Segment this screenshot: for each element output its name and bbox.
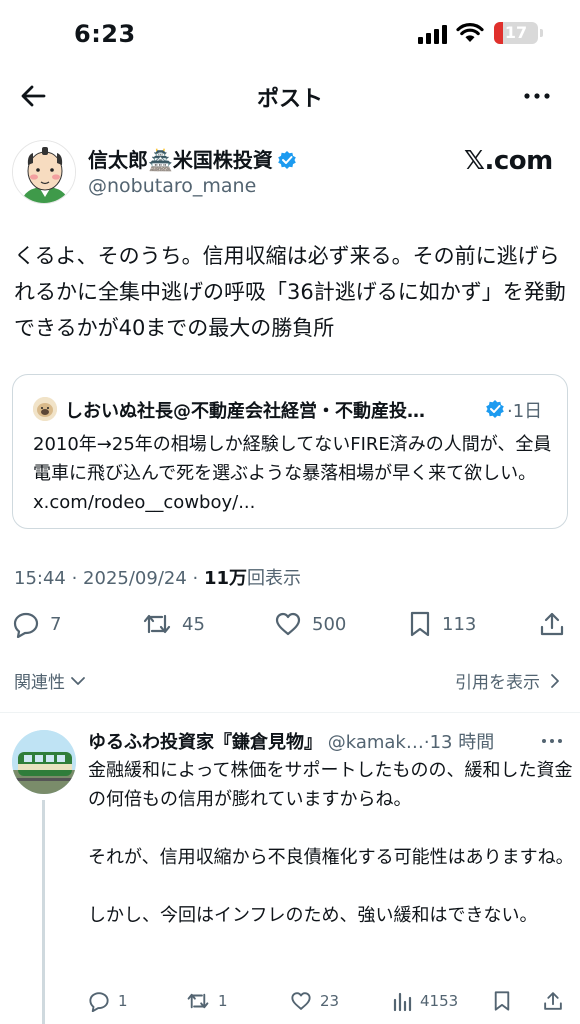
status-bar: 6:23 17 bbox=[0, 0, 580, 70]
reply-paragraph: しかし、今回はインフレのため、強い緩和はできない。 bbox=[88, 905, 538, 926]
replies-sort-row: 関連性 引用を表示 bbox=[0, 662, 580, 698]
author-avatar[interactable] bbox=[12, 140, 76, 204]
reply-author-name[interactable]: ゆるふわ投資家『鎌倉見物』 bbox=[88, 732, 322, 753]
tweet-action-bar: 7 45 500 113 bbox=[0, 604, 580, 644]
like-button[interactable]: 500 bbox=[274, 604, 346, 644]
reply-share-button[interactable] bbox=[542, 984, 564, 1018]
reply-header[interactable]: ゆるふわ投資家『鎌倉見物』 @kamak…·13 時間 bbox=[88, 728, 528, 754]
repost-icon bbox=[143, 614, 171, 634]
reply-icon bbox=[13, 612, 39, 638]
quote-author-avatar bbox=[33, 397, 57, 421]
tweet-meta: 15:44 · 2025/09/24 · 11万回表示 bbox=[14, 564, 301, 590]
reply-bookmark-button[interactable] bbox=[492, 984, 512, 1018]
analytics-icon bbox=[393, 992, 412, 1012]
top-nav: ポスト bbox=[0, 70, 580, 122]
verified-badge-icon bbox=[278, 151, 296, 169]
bookmark-icon bbox=[410, 611, 430, 637]
quote-verified-badge-icon bbox=[486, 400, 504, 418]
status-time: 6:23 bbox=[74, 20, 136, 48]
sort-label: 関連性 bbox=[14, 673, 65, 693]
reply-reply-count: 1 bbox=[118, 992, 128, 1010]
reply-like-count: 23 bbox=[320, 992, 340, 1010]
view-quotes-link[interactable]: 引用を表示 bbox=[455, 668, 564, 693]
quote-time: ·1日 bbox=[507, 401, 543, 422]
view-quotes-label: 引用を表示 bbox=[455, 673, 540, 693]
tweet-timestamp: 15:44 · 2025/09/24 · bbox=[14, 568, 204, 589]
battery-icon: 17 bbox=[494, 22, 538, 44]
share-icon bbox=[540, 612, 564, 636]
divider bbox=[0, 712, 580, 713]
sort-dropdown[interactable]: 関連性 bbox=[14, 668, 88, 693]
view-suffix: 回表示 bbox=[247, 568, 302, 589]
reply-paragraph: 金融緩和によって株価をサポートしたものの、緩和した資金の何倍もの信用が膨れていま… bbox=[88, 760, 573, 810]
repost-button[interactable]: 45 bbox=[142, 604, 205, 644]
bookmark-icon bbox=[494, 991, 510, 1011]
wifi-icon bbox=[456, 23, 484, 42]
share-icon bbox=[544, 992, 562, 1010]
reply-repost-count: 1 bbox=[218, 992, 228, 1010]
reply-icon bbox=[89, 992, 109, 1012]
chevron-right-icon bbox=[551, 673, 559, 688]
reply-paragraph: それが、信用収縮から不良債権化する可能性はありますね。 bbox=[88, 847, 574, 868]
cellular-signal-icon bbox=[418, 24, 448, 44]
reply-text: 金融緩和によって株価をサポートしたものの、緩和した資金の何倍もの信用が膨れていま… bbox=[88, 756, 574, 959]
reply-action-bar: 1 1 23 4153 bbox=[0, 984, 580, 1018]
tweet-text: くるよ、そのうち。信用収縮は必ず来る。その前に逃げられるかに全集中逃げの呼吸「3… bbox=[14, 244, 566, 340]
chevron-down-icon bbox=[71, 676, 85, 685]
reply-count: 7 bbox=[50, 613, 62, 635]
reply-views-button[interactable]: 4153 bbox=[392, 984, 458, 1018]
x-com-logo: 𝕏.com bbox=[464, 146, 553, 176]
repost-icon bbox=[187, 993, 209, 1009]
author-name[interactable]: 信太郎🏯米国株投資 bbox=[88, 148, 273, 172]
bookmark-count: 113 bbox=[442, 613, 477, 635]
reply-button[interactable]: 7 bbox=[12, 604, 61, 644]
like-count: 500 bbox=[312, 613, 347, 635]
battery-level: 17 bbox=[504, 23, 528, 42]
page-title: ポスト bbox=[256, 87, 323, 112]
bookmark-button[interactable]: 113 bbox=[408, 604, 476, 644]
share-button[interactable] bbox=[538, 604, 566, 644]
reply-like-button[interactable]: 23 bbox=[290, 984, 339, 1018]
author-handle[interactable]: @nobutaro_mane bbox=[88, 175, 256, 197]
heart-icon bbox=[275, 612, 301, 636]
quote-text: 2010年→25年の相場しか経験してないFIRE済みの人間が、全員電車に飛び込ん… bbox=[33, 434, 552, 513]
reply-author-handle[interactable]: @kamak… bbox=[328, 732, 424, 753]
reply-view-count: 4153 bbox=[420, 992, 459, 1010]
reply-time: ·13 時間 bbox=[423, 732, 495, 753]
reply-reply-button[interactable]: 1 bbox=[88, 984, 128, 1018]
more-options-icon[interactable] bbox=[520, 80, 554, 112]
reply-author-avatar[interactable] bbox=[12, 730, 76, 794]
author-name-row[interactable]: 信太郎🏯米国株投資 bbox=[88, 144, 297, 173]
repost-count: 45 bbox=[182, 613, 205, 635]
heart-icon bbox=[291, 992, 311, 1010]
reply-repost-button[interactable]: 1 bbox=[186, 984, 228, 1018]
quoted-tweet-card[interactable]: しおいぬ社長@不動産会社経営・不動産投… ·1日 2010年→25年の相場しか経… bbox=[12, 374, 568, 529]
reply-more-icon[interactable] bbox=[540, 736, 564, 746]
view-count: 11万 bbox=[203, 568, 248, 589]
quote-author-name: しおいぬ社長@不動産会社経営・不動産投… bbox=[65, 401, 425, 422]
